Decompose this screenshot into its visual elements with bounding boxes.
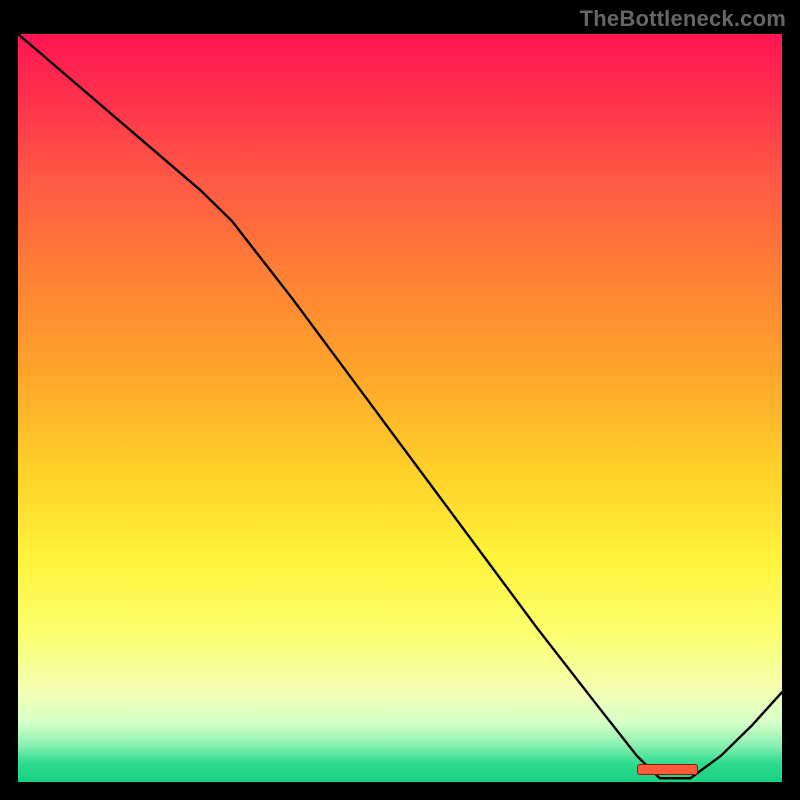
plot-area (18, 34, 782, 782)
chart-frame: TheBottleneck.com (0, 0, 800, 800)
bottleneck-curve (18, 34, 782, 778)
trough-marker (637, 764, 698, 775)
watermark-text: TheBottleneck.com (580, 6, 786, 32)
curve-svg (18, 34, 782, 782)
